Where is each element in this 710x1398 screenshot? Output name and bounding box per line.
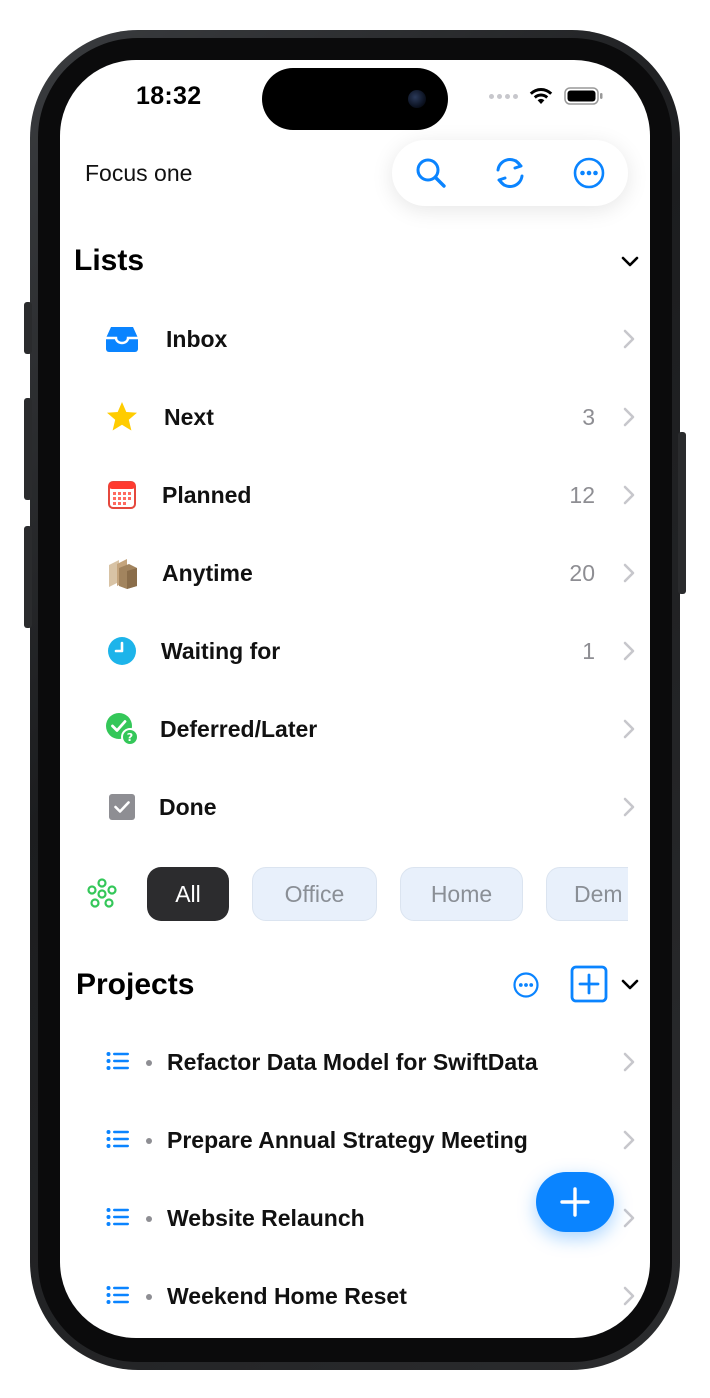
filter-pill-scroller[interactable]: All Office Home Dem <box>60 860 628 930</box>
more-icon <box>513 972 539 998</box>
deferred-check-icon: ? <box>104 711 140 747</box>
camera-icon <box>408 90 426 108</box>
add-project-button[interactable] <box>570 965 608 1003</box>
list-item-label: Deferred/Later <box>160 716 318 742</box>
project-row[interactable]: Prepare Annual Strategy Meeting <box>60 1101 650 1179</box>
list-bullet-icon <box>106 1052 129 1070</box>
chevron-down-icon <box>621 256 639 267</box>
list-item-label: Inbox <box>166 326 228 352</box>
app-screen: 18:32 Focus one Lists Inbox Next 3 Plann… <box>60 60 650 1338</box>
project-label: Website Relaunch <box>167 1205 365 1231</box>
list-item-label: Done <box>159 794 217 820</box>
list-item-count: 3 <box>582 404 595 430</box>
sync-button[interactable] <box>488 151 532 195</box>
bullet-dot <box>146 1060 152 1066</box>
star-icon <box>104 399 140 435</box>
project-row[interactable]: Weekend Home Reset <box>60 1257 650 1335</box>
chevron-right-icon <box>623 1208 635 1228</box>
chevron-right-icon <box>623 563 635 583</box>
chevron-right-icon <box>623 329 635 349</box>
action-button <box>24 302 32 354</box>
list-item-inbox[interactable]: Inbox <box>60 300 650 378</box>
toolbar <box>392 140 628 206</box>
project-label: Weekend Home Reset <box>167 1283 407 1309</box>
cellular-signal-icon <box>489 93 518 99</box>
lists-section-title: Lists <box>74 244 145 277</box>
context-filter-bar: All Office Home Dem <box>60 860 650 930</box>
wifi-icon <box>529 88 553 104</box>
chevron-right-icon <box>623 641 635 661</box>
projects-section-title: Projects <box>76 968 195 1001</box>
chevron-right-icon <box>623 1286 635 1306</box>
chevron-right-icon <box>623 407 635 427</box>
list-item-waiting-for[interactable]: Waiting for 1 <box>60 612 650 690</box>
list-item-count: 20 <box>569 560 595 586</box>
clock-icon <box>104 633 140 669</box>
plus-square-icon <box>570 965 608 1003</box>
app-title: Focus one <box>85 160 193 186</box>
chevron-right-icon <box>623 1130 635 1150</box>
filter-pill-home[interactable]: Home <box>400 867 523 921</box>
chevron-right-icon <box>623 1052 635 1072</box>
inbox-tray-icon <box>104 321 140 357</box>
more-button[interactable] <box>567 151 611 195</box>
lists-collapse-button[interactable] <box>616 248 644 276</box>
power-button <box>678 432 686 594</box>
list-item-label: Anytime <box>162 560 253 586</box>
boxes-icon <box>104 555 140 591</box>
checkbox-icon <box>104 789 140 825</box>
project-label: Prepare Annual Strategy Meeting <box>167 1127 528 1153</box>
chevron-down-icon <box>621 979 639 990</box>
add-task-fab[interactable] <box>536 1172 614 1232</box>
battery-icon <box>564 87 603 105</box>
list-item-planned[interactable]: Planned 12 <box>60 456 650 534</box>
list-bullet-icon <box>106 1130 129 1148</box>
chevron-right-icon <box>623 797 635 817</box>
volume-up-button <box>24 398 32 500</box>
project-label: Refactor Data Model for SwiftData <box>167 1049 538 1075</box>
bullet-dot <box>146 1138 152 1144</box>
filter-pill-dem[interactable]: Dem <box>546 867 628 921</box>
status-time: 18:32 <box>136 82 202 110</box>
list-bullet-icon <box>106 1208 129 1226</box>
list-item-anytime[interactable]: Anytime 20 <box>60 534 650 612</box>
bullet-dot <box>146 1216 152 1222</box>
chevron-right-icon <box>623 485 635 505</box>
status-indicators <box>489 86 604 106</box>
svg-text:?: ? <box>127 731 133 744</box>
project-row[interactable]: Refactor Data Model for SwiftData <box>60 1023 650 1101</box>
list-item-done[interactable]: Done <box>60 768 650 846</box>
search-button[interactable] <box>409 151 453 195</box>
calendar-icon <box>104 477 140 513</box>
more-icon <box>573 157 604 189</box>
projects-more-button[interactable] <box>512 971 544 1003</box>
list-item-label: Planned <box>162 482 252 508</box>
bullet-dot <box>146 1294 152 1300</box>
list-item-count: 12 <box>569 482 595 508</box>
list-bullet-icon <box>106 1286 129 1304</box>
filter-pill-all[interactable]: All <box>147 867 229 921</box>
dynamic-island <box>262 68 448 130</box>
plus-icon <box>560 1187 590 1217</box>
list-item-label: Next <box>164 404 214 430</box>
context-filter-icon[interactable] <box>86 878 118 910</box>
search-icon <box>416 158 447 188</box>
filter-pill-office[interactable]: Office <box>252 867 377 921</box>
sync-icon <box>496 158 524 188</box>
list-item-deferred-later[interactable]: ? Deferred/Later <box>60 690 650 768</box>
list-item-count: 1 <box>582 638 595 664</box>
chevron-right-icon <box>623 719 635 739</box>
projects-collapse-button[interactable] <box>616 971 644 999</box>
list-item-label: Waiting for <box>161 638 281 664</box>
volume-down-button <box>24 526 32 628</box>
list-item-next[interactable]: Next 3 <box>60 378 650 456</box>
